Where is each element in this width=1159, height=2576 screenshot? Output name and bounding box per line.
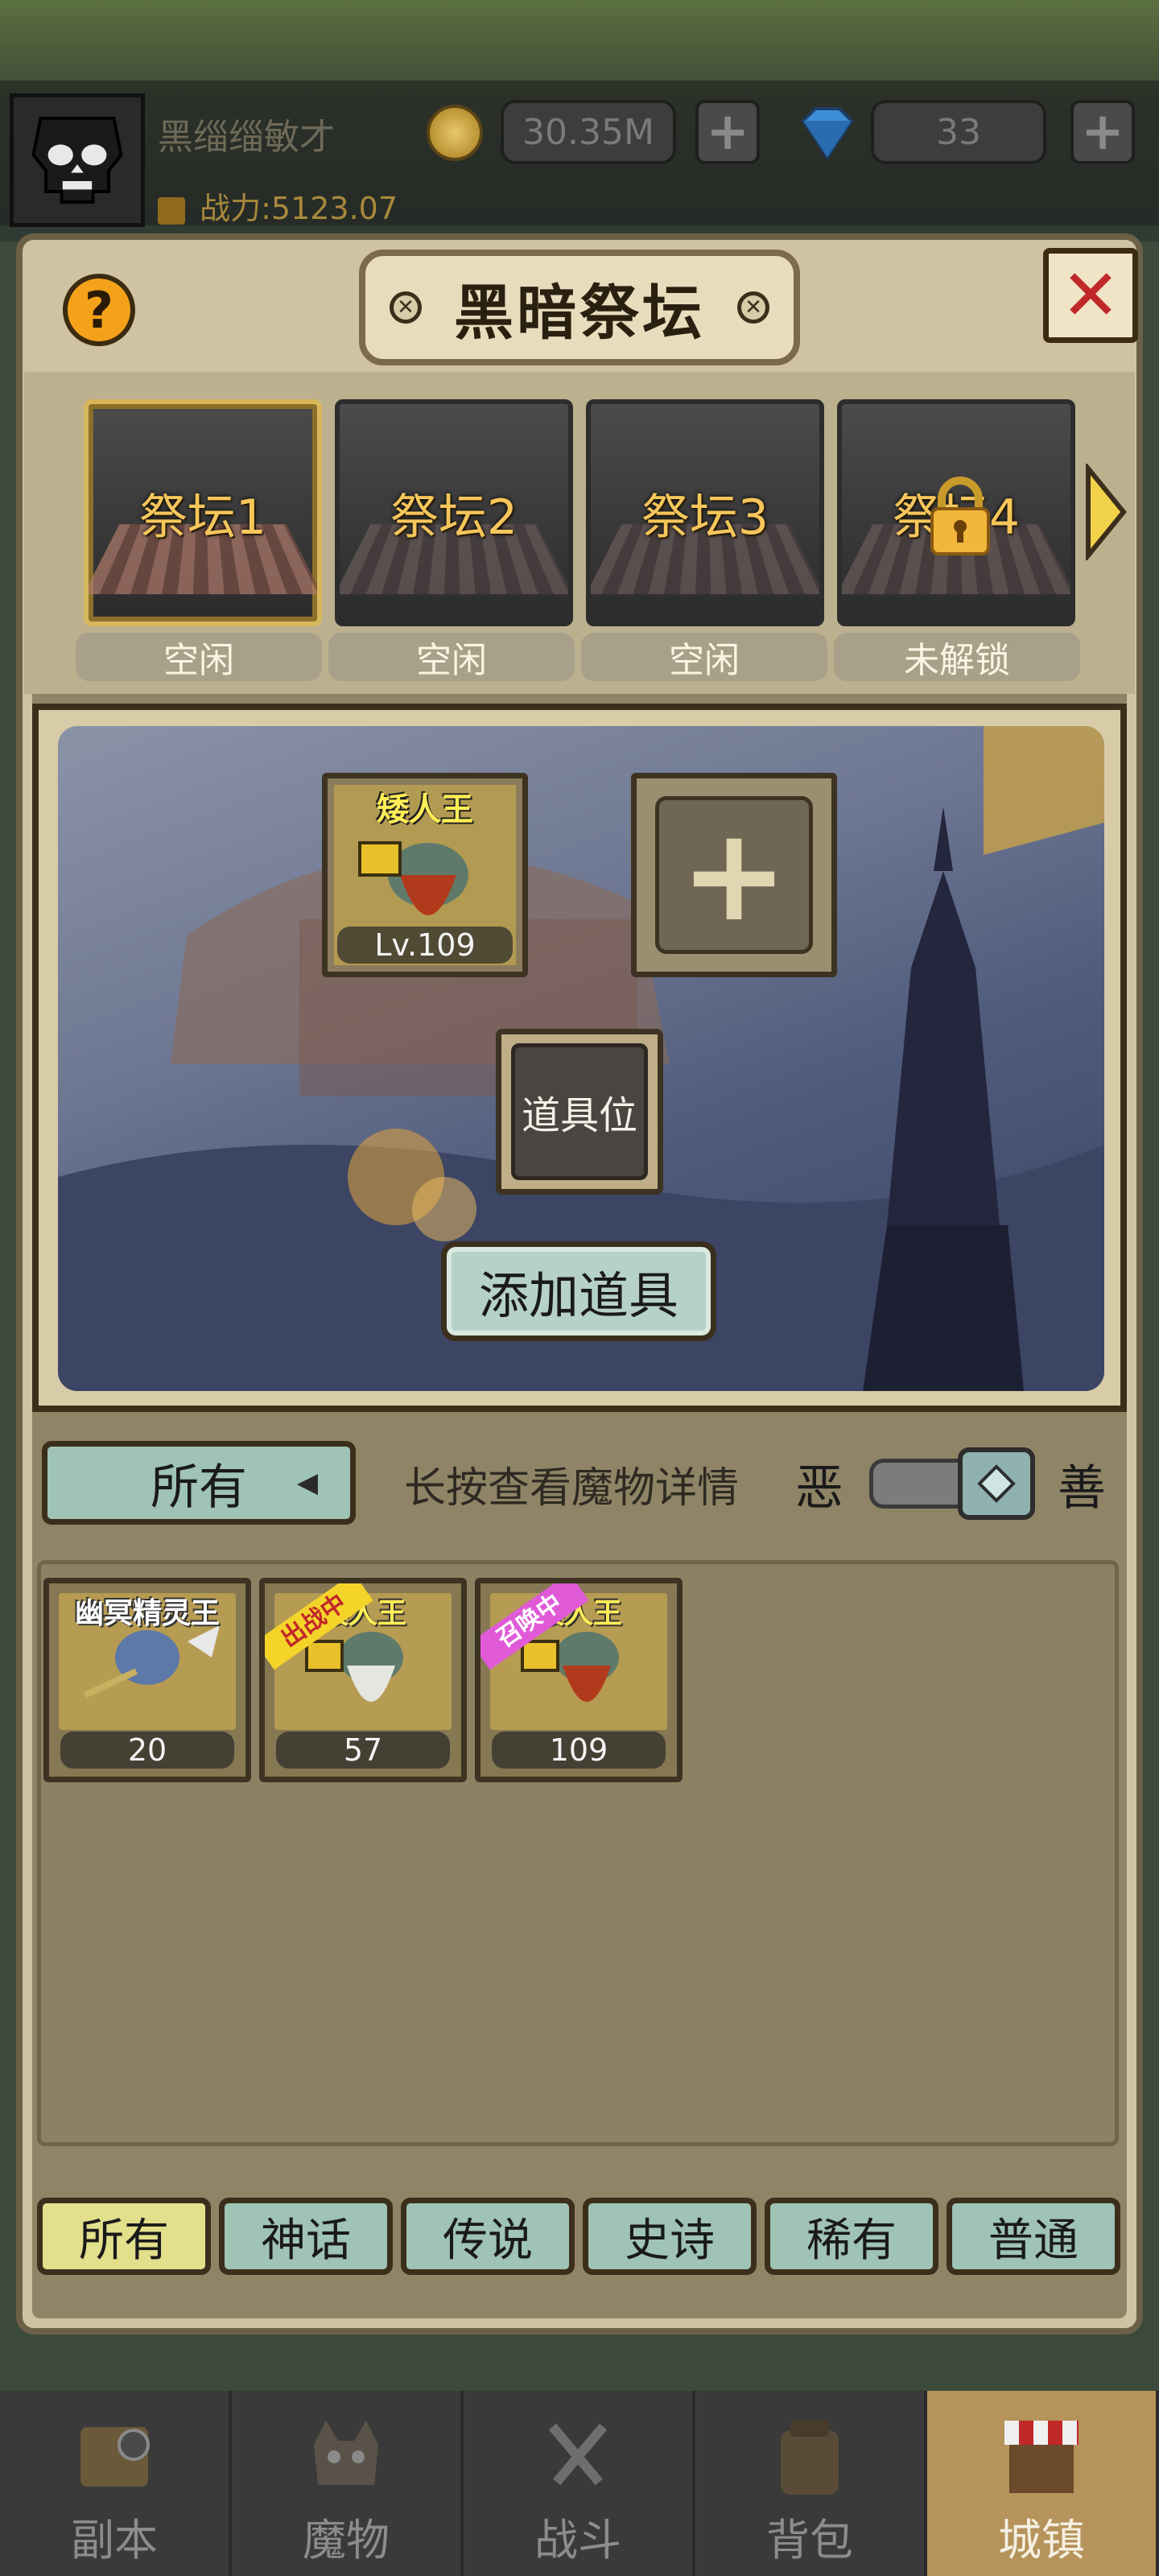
plus-icon: + xyxy=(655,796,813,954)
add-gold-button[interactable]: + xyxy=(695,100,760,164)
rarity-tab-mythic[interactable]: 神话 xyxy=(219,2198,393,2275)
filter-label: 所有 xyxy=(151,1459,247,1516)
rarity-tab-rare[interactable]: 稀有 xyxy=(765,2198,938,2275)
altar-status-3: 空闲 xyxy=(581,633,827,681)
bolt-icon: ✕ xyxy=(390,291,422,324)
rarity-tab-common[interactable]: 普通 xyxy=(947,2198,1120,2275)
gold-amount: 30.35M xyxy=(501,100,676,164)
next-altar-arrow-icon[interactable] xyxy=(1083,461,1128,563)
monster-card[interactable]: 矮人王 出战中 57 xyxy=(259,1578,467,1782)
good-label: 善 xyxy=(1058,1460,1106,1517)
altar-tab-2[interactable]: 祭坛2 xyxy=(335,399,573,626)
monster-level: 109 xyxy=(492,1732,666,1769)
backpack-icon xyxy=(781,2421,839,2495)
player-name: 黑缁缁敏才 xyxy=(158,117,335,158)
monster-level: 57 xyxy=(276,1732,450,1769)
player-avatar[interactable] xyxy=(10,93,145,227)
altar-label: 祭坛1 xyxy=(138,489,267,546)
rarity-tab-epic[interactable]: 史诗 xyxy=(583,2198,757,2275)
altar-label: 祭坛2 xyxy=(390,489,518,546)
nav-battle[interactable]: 战斗 xyxy=(464,2391,695,2576)
altar-status-4: 未解锁 xyxy=(834,633,1080,681)
town-icon xyxy=(1004,2421,1079,2493)
hero-name: 矮人王 xyxy=(377,791,473,828)
long-press-hint: 长按查看魔物详情 xyxy=(404,1464,740,1513)
alignment-toggle-knob[interactable] xyxy=(958,1447,1035,1520)
map-icon xyxy=(80,2427,150,2487)
nav-label: 副本 xyxy=(71,2515,158,2566)
nav-monster[interactable]: 魔物 xyxy=(232,2391,464,2576)
hero-level: Lv.109 xyxy=(337,927,513,964)
monster-card[interactable]: 幽冥精灵王 20 xyxy=(43,1578,251,1782)
diamond-icon xyxy=(795,105,860,161)
nav-label: 城镇 xyxy=(998,2515,1085,2566)
rarity-tab-legendary[interactable]: 传说 xyxy=(401,2198,575,2275)
altar-label: 祭坛3 xyxy=(641,489,769,546)
skull-icon xyxy=(31,117,123,204)
add-summon-slot-button[interactable]: + xyxy=(631,773,837,977)
rarity-tab-all[interactable]: 所有 xyxy=(37,2198,211,2275)
nav-label: 背包 xyxy=(766,2515,853,2566)
bottom-navigation: 副本 魔物 战斗 背包 城镇 xyxy=(0,2391,1159,2576)
altar-tab-3[interactable]: 祭坛3 xyxy=(586,399,824,626)
add-prop-button[interactable]: 添加道具 xyxy=(441,1241,716,1341)
power-icon xyxy=(158,196,185,225)
monster-icon xyxy=(314,2421,378,2485)
bolt-icon: ✕ xyxy=(737,291,769,324)
nav-backpack[interactable]: 背包 xyxy=(695,2391,927,2576)
nav-town[interactable]: 城镇 xyxy=(927,2391,1159,2576)
altar-status-2: 空闲 xyxy=(328,633,575,681)
gold-coin-icon xyxy=(427,105,483,161)
panel-title: 黑暗祭坛 xyxy=(454,278,705,348)
close-button[interactable]: ✕ xyxy=(1043,248,1138,343)
diamond-knob-icon xyxy=(977,1464,1016,1503)
monster-level: 20 xyxy=(60,1732,234,1769)
gem-amount: 33 xyxy=(871,100,1046,164)
power-value: 战力:5123.07 xyxy=(200,191,398,226)
nav-label: 魔物 xyxy=(303,2515,390,2566)
altar-tab-1[interactable]: 祭坛1 xyxy=(84,399,322,626)
help-button[interactable]: ? xyxy=(63,274,135,346)
evil-label: 恶 xyxy=(795,1460,843,1517)
prop-slot[interactable]: 道具位 xyxy=(496,1029,663,1195)
prop-slot-label: 道具位 xyxy=(511,1043,648,1180)
nav-label: 战斗 xyxy=(534,2515,621,2566)
monster-name: 幽冥精灵王 xyxy=(74,1597,220,1630)
summon-slot-hero[interactable]: 矮人王 Lv.109 xyxy=(322,773,528,977)
monster-card[interactable]: 矮人王 召唤中 109 xyxy=(475,1578,683,1782)
nav-dungeon[interactable]: 副本 xyxy=(0,2391,232,2576)
battle-power: 战力:5123.07 xyxy=(158,184,398,228)
altar-status-1: 空闲 xyxy=(76,633,322,681)
monster-filter-dropdown[interactable]: 所有 ◀ xyxy=(42,1441,356,1525)
caret-left-icon: ◀ xyxy=(296,1467,318,1499)
swords-icon xyxy=(548,2423,608,2486)
lock-icon xyxy=(926,475,995,555)
add-gem-button[interactable]: + xyxy=(1070,100,1135,164)
panel-title-plate: ✕ 黑暗祭坛 ✕ xyxy=(359,250,800,365)
